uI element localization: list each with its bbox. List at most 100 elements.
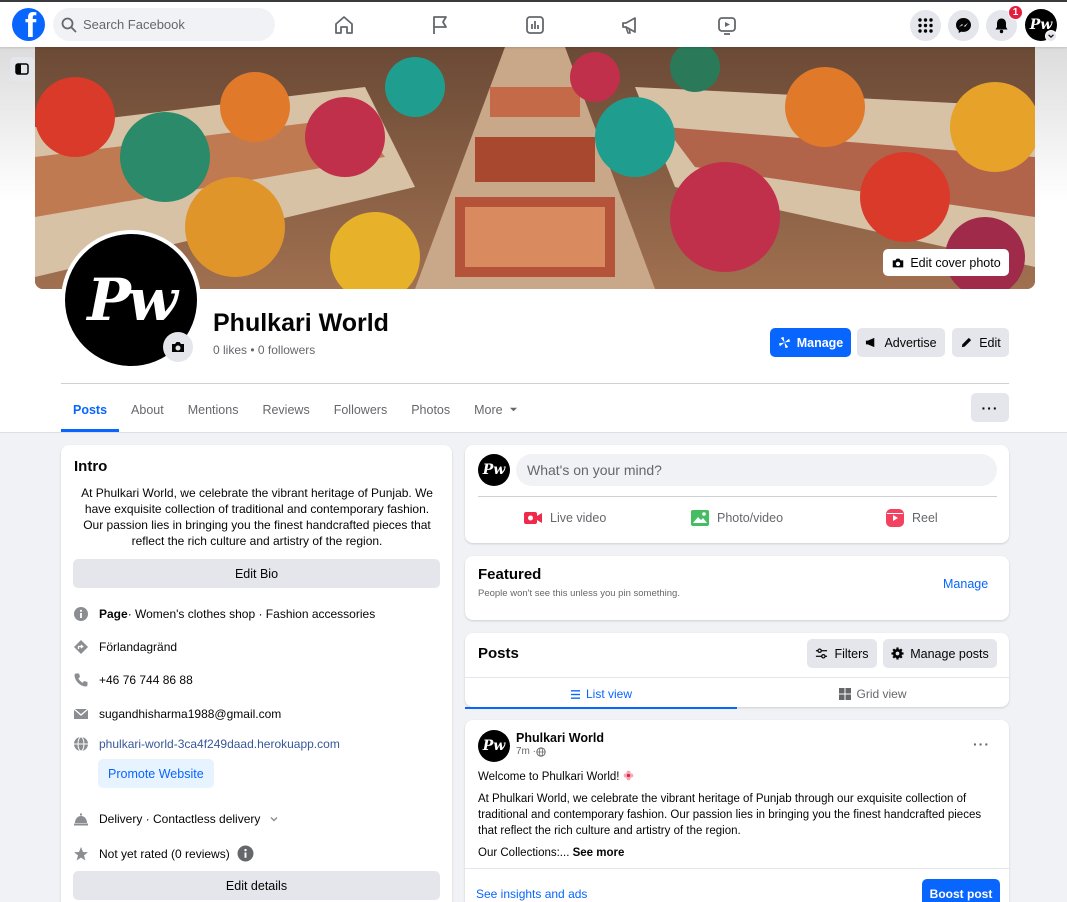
tab-photos[interactable]: Photos <box>399 387 462 432</box>
post-options-button[interactable]: ··· <box>973 736 990 752</box>
page-categories: · Women's clothes shop · Fashion accesso… <box>127 607 376 621</box>
promote-website-button[interactable]: Promote Website <box>98 759 214 788</box>
reel-button[interactable]: Reel <box>885 508 938 528</box>
filters-button[interactable]: Filters <box>807 639 877 668</box>
rating-info-icon[interactable] <box>237 845 254 862</box>
post-collections-text: Our Collections:... <box>478 847 573 859</box>
photo-icon <box>691 510 709 526</box>
facebook-logo-icon[interactable]: f <box>12 8 45 41</box>
edit-label: Edit <box>979 335 1001 350</box>
post-author-avatar[interactable]: Pw <box>478 730 510 762</box>
megaphone-icon <box>866 337 875 348</box>
composer-avatar[interactable]: Pw <box>478 454 510 486</box>
tab-reviews[interactable]: Reviews <box>250 387 321 432</box>
edit-details-button[interactable]: Edit details <box>73 871 440 900</box>
camera-icon <box>172 342 184 352</box>
edit-bio-button[interactable]: Edit Bio <box>73 559 440 588</box>
flower-emoji-icon <box>623 770 634 781</box>
grid-view-tab[interactable]: Grid view <box>737 679 1009 709</box>
page-label: Page <box>99 607 128 621</box>
post-time[interactable]: 7m · <box>516 746 536 757</box>
sidebar-toggle-icon[interactable] <box>10 57 34 81</box>
intro-card: Intro At Phulkari World, we celebrate th… <box>61 445 452 902</box>
list-icon <box>570 689 581 699</box>
top-navigation-bar: f 1 Pw <box>0 0 1067 47</box>
edit-page-button[interactable]: Edit <box>952 328 1009 357</box>
flag-icon[interactable] <box>429 14 451 36</box>
list-view-tab[interactable]: List view <box>465 679 737 709</box>
boost-post-button[interactable]: Boost post <box>922 879 1000 902</box>
globe-icon <box>73 736 89 752</box>
manage-posts-label: Manage posts <box>910 646 989 661</box>
tab-mentions[interactable]: Mentions <box>176 387 251 432</box>
header-bottom-border <box>0 432 1067 433</box>
website-link[interactable]: phulkari-world-3ca4f249daad.herokuapp.co… <box>99 737 340 751</box>
star-icon <box>73 846 89 862</box>
notification-badge: 1 <box>1008 5 1023 20</box>
reel-icon <box>886 509 904 527</box>
email-row: sugandhisharma1988@gmail.com <box>73 706 281 722</box>
home-icon[interactable] <box>333 14 355 36</box>
featured-title: Featured <box>478 566 542 583</box>
see-more-link[interactable]: See more <box>573 847 625 859</box>
address-text: Förlandagränd <box>99 640 178 654</box>
chart-icon[interactable] <box>524 14 546 36</box>
post-collections: Our Collections:... See more <box>478 845 998 861</box>
caret-down-icon <box>509 407 517 412</box>
photo-video-button[interactable]: Photo/video <box>690 508 783 528</box>
featured-manage-link[interactable]: Manage <box>943 577 988 591</box>
page-title: Phulkari World <box>213 309 389 337</box>
search-box[interactable] <box>53 8 275 41</box>
video-icon[interactable] <box>716 14 738 36</box>
page-stats[interactable]: 0 likes • 0 followers <box>213 343 315 357</box>
edit-cover-photo-button[interactable]: Edit cover photo <box>883 249 1009 276</box>
live-video-button[interactable]: Live video <box>523 508 606 528</box>
post-card: Pw Phulkari World 7m · ··· Welcome to Ph… <box>465 720 1009 902</box>
tab-more-label: More <box>474 402 503 417</box>
manage-label: Manage <box>796 335 844 350</box>
delivery-text: Delivery · Contactless delivery <box>99 812 261 826</box>
posts-header-card: Posts Filters Manage posts List view Gri… <box>465 633 1009 709</box>
posts-title: Posts <box>478 645 519 662</box>
tab-about[interactable]: About <box>119 387 176 432</box>
manage-posts-button[interactable]: Manage posts <box>883 639 997 668</box>
post-footer-divider <box>465 868 1009 869</box>
advertise-button[interactable]: Advertise <box>857 328 945 357</box>
list-view-label: List view <box>585 687 632 701</box>
megaphone-icon[interactable] <box>620 14 642 36</box>
intro-title: Intro <box>74 458 108 475</box>
page-category-row: Page · Women's clothes shop · Fashion ac… <box>73 606 375 622</box>
manage-button[interactable]: Manage <box>770 328 851 357</box>
composer-input[interactable]: What's on your mind? <box>516 454 997 486</box>
globe-icon <box>536 746 546 757</box>
post-author-name[interactable]: Phulkari World <box>516 731 604 745</box>
camera-icon <box>893 258 904 267</box>
advertise-label: Advertise <box>884 335 937 350</box>
composer-divider <box>478 496 997 497</box>
post-meta: 7m · <box>516 746 546 757</box>
featured-subtitle: People won't see this unless you pin som… <box>478 588 680 599</box>
email-icon <box>73 706 89 722</box>
intro-bio: At Phulkari World, we celebrate the vibr… <box>81 486 433 548</box>
grid-icon <box>839 688 852 700</box>
chevron-down-icon[interactable] <box>1045 30 1057 42</box>
update-profile-picture-button[interactable] <box>163 332 193 362</box>
post-greeting-text: Welcome to Phulkari World! <box>478 771 623 783</box>
reel-label: Reel <box>912 511 938 525</box>
search-input[interactable] <box>83 17 263 32</box>
more-options-button[interactable]: ··· <box>971 393 1009 422</box>
page-tabs: Posts About Mentions Reviews Followers P… <box>61 387 530 432</box>
grid-menu-icon[interactable] <box>910 10 941 41</box>
chevron-down-icon[interactable] <box>269 814 279 824</box>
tab-followers[interactable]: Followers <box>322 387 400 432</box>
gear-icon <box>891 647 904 660</box>
messenger-icon[interactable] <box>948 10 979 41</box>
composer-card: Pw What's on your mind? Live video Photo… <box>465 445 1009 543</box>
tab-more[interactable]: More <box>462 387 529 432</box>
see-insights-link[interactable]: See insights and ads <box>476 887 587 901</box>
tab-posts[interactable]: Posts <box>61 387 120 432</box>
post-body: At Phulkari World, we celebrate the vibr… <box>478 793 982 837</box>
featured-card: Featured People won't see this unless yo… <box>465 556 1009 620</box>
grid-view-label: Grid view <box>856 687 907 701</box>
edit-cover-label: Edit cover photo <box>910 255 1001 270</box>
